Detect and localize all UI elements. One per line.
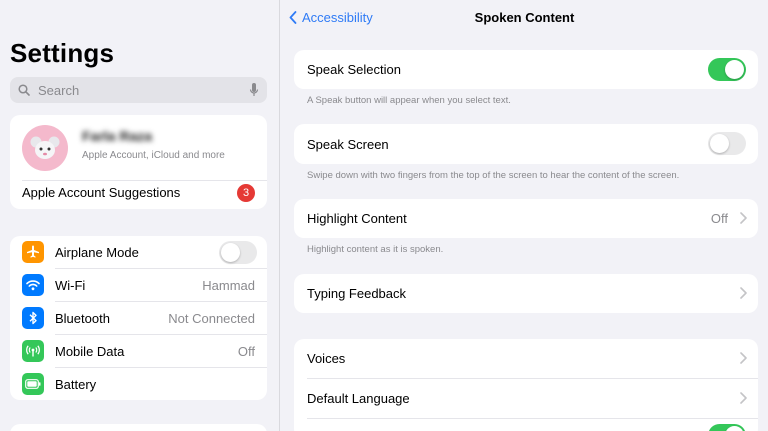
battery-icon (22, 373, 44, 395)
mobile-data-status: Off (237, 344, 255, 359)
search-placeholder: Search (38, 82, 80, 98)
partial-toggle[interactable] (708, 424, 746, 431)
divider (307, 418, 758, 419)
highlight-content-footnote: Highlight content as it is spoken. (307, 244, 444, 255)
row-label: Speak Selection (307, 62, 401, 77)
row-label: Default Language (307, 391, 410, 406)
search-icon (18, 84, 30, 96)
highlight-content-row[interactable]: Highlight Content Off (294, 199, 758, 238)
voices-row[interactable]: Voices (294, 339, 758, 378)
sidebar-item-bluetooth[interactable]: Bluetooth Not Connected (10, 302, 267, 335)
sidebar-item-label: Bluetooth (55, 311, 110, 326)
spoken-content-pane: Accessibility Spoken Content Speak Selec… (281, 0, 768, 431)
speak-selection-footnote: A Speak button will appear when you sele… (307, 95, 511, 106)
speak-screen-row[interactable]: Speak Screen (294, 124, 758, 164)
sidebar-item-label: Wi-Fi (55, 278, 86, 293)
notification-badge: 3 (237, 184, 255, 202)
account-subtitle: Apple Account, iCloud and more (82, 150, 225, 161)
speak-screen-footnote: Swipe down with two fingers from the top… (307, 170, 680, 181)
speak-selection-row[interactable]: Speak Selection (294, 50, 758, 89)
divider (22, 180, 267, 181)
sidebar-item-label: Battery (55, 377, 97, 392)
speak-selection-toggle[interactable] (708, 58, 746, 81)
account-name[interactable]: Farla Raza (82, 128, 152, 144)
speak-screen-toggle[interactable] (708, 132, 746, 155)
sidebar-item-airplane-mode[interactable]: Airplane Mode (10, 236, 267, 269)
chevron-right-icon (740, 352, 747, 364)
search-field[interactable]: Search (10, 77, 267, 103)
sidebar-item-mobile-data[interactable]: Mobile Data Off (10, 335, 267, 368)
next-settings-group (10, 424, 267, 431)
sidebar-item-wifi[interactable]: Wi-Fi Hammad (10, 269, 267, 302)
memoji-mouse-icon (30, 136, 60, 159)
wifi-icon (22, 274, 44, 296)
default-language-row[interactable]: Default Language (294, 379, 758, 418)
typing-feedback-row[interactable]: Typing Feedback (294, 274, 758, 313)
antenna-icon (22, 340, 44, 362)
microphone-icon[interactable] (249, 82, 259, 98)
chevron-right-icon (740, 287, 747, 299)
wifi-network-name: Hammad (202, 278, 255, 293)
chevron-right-icon (740, 212, 747, 224)
bluetooth-status: Not Connected (168, 311, 255, 326)
airplane-mode-toggle[interactable] (219, 241, 257, 264)
settings-sidebar: Settings Search Farla Raza Apple Account… (0, 0, 280, 431)
bluetooth-icon (22, 307, 44, 329)
sidebar-item-label: Mobile Data (55, 344, 125, 359)
voices-language-group: Voices Default Language (294, 339, 758, 431)
row-label: Voices (307, 351, 346, 366)
sidebar-item-battery[interactable]: Battery (10, 368, 267, 400)
page-title: Spoken Content (474, 10, 575, 25)
sidebar-title: Settings (10, 38, 115, 68)
apple-account-card: Farla Raza Apple Account, iCloud and mor… (10, 115, 267, 209)
avatar[interactable] (22, 125, 68, 171)
row-label: Typing Feedback (307, 286, 407, 301)
connectivity-group: Airplane Mode Wi-Fi Hammad Bluetooth Not… (10, 236, 267, 400)
sidebar-item-label: Airplane Mode (55, 245, 139, 260)
chevron-right-icon (740, 392, 747, 404)
airplane-icon (22, 241, 44, 263)
highlight-content-value: Off (710, 211, 728, 226)
row-label: Highlight Content (307, 211, 407, 226)
row-label: Speak Screen (307, 137, 389, 152)
account-suggestions-item[interactable]: Apple Account Suggestions (22, 185, 180, 200)
